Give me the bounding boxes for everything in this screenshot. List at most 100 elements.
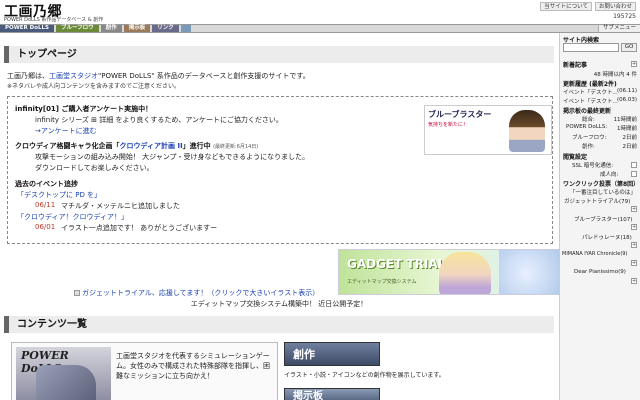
banner-big-subtitle: エディットマップ交換システム: [347, 279, 417, 285]
nav-item-board[interactable]: 掲示板: [123, 25, 151, 32]
claudia-title-suffix: 」進行中: [182, 142, 211, 150]
contact-button[interactable]: お問い合わせ: [594, 2, 636, 11]
board-time: 11時間前: [613, 117, 638, 123]
submenu-toggle[interactable]: サブメニュー: [597, 25, 640, 32]
intro-suffix: "POWER DoLLS" 系作品のデータベースと創作支援のサイトです。: [98, 72, 310, 80]
vote-option-name: MIMANA IYAR Chronicle: [562, 251, 621, 257]
vote-count: (107): [617, 217, 633, 223]
powerdolls-description: 工画堂スタジオを代表するシミュレーションゲーム。女性のみで構成された特殊部隊を指…: [116, 352, 270, 380]
event-date: 06/11: [35, 201, 56, 209]
vote-option-name: パレドゥレーヌ: [582, 235, 621, 241]
contents-title: コンテンツ一覧: [4, 316, 554, 333]
caption-text: ガジェットトライアル、応援してます！（クリックで大きいイラスト表示）: [82, 289, 320, 297]
sidebar: サイト内検索 GO 新着記事 + 48 時間以内 4 件 更新履歴 (最新2件)…: [559, 33, 640, 400]
nav-item-blueflow[interactable]: ブルーフロウ: [56, 25, 99, 32]
new-articles-title: 新着記事: [563, 62, 588, 69]
board-button[interactable]: 掲示板: [284, 388, 380, 400]
gadget-trial-banner[interactable]: GADGET TRIAL エディットマップ交換システム: [338, 249, 566, 295]
news-claudia-line1: 攻撃モーションの組み込み開始！ 大ジャンプ・受け身などもできるようになりました。: [35, 153, 310, 161]
page-title: トップページ: [4, 46, 554, 63]
intro-prefix: 工画乃郷は、: [7, 72, 49, 80]
ssl-toggle[interactable]: [631, 162, 637, 168]
news-survey-text: infinity シリーズ ⊞ 詳細 をより良くするため、アンケートにご協力くだ…: [35, 116, 283, 124]
board-name[interactable]: ブルーフロウ:: [572, 133, 607, 141]
expand-plus-icon[interactable]: +: [631, 61, 637, 67]
board-name[interactable]: 創作:: [582, 142, 595, 150]
vote-plus-icon[interactable]: +: [631, 260, 637, 266]
vote-option: ブルーブラスター(107): [574, 215, 632, 223]
powerdolls-image: POWER DoLLS: [16, 347, 111, 400]
update-history-title: 更新履歴 (最新2件): [563, 81, 617, 88]
site-search-input[interactable]: [563, 43, 619, 52]
past-events-title: 過去のイベント追捗: [15, 180, 78, 188]
intro-text: 工画乃郷は、工画堂スタジオ"POWER DoLLS" 系作品のデータベースと創作…: [7, 71, 310, 81]
ssl-setting-label: SSL 暗号化通信:: [572, 163, 614, 169]
about-button[interactable]: 当サイトについて: [540, 2, 592, 11]
board-name[interactable]: POWER DoLLS:: [566, 124, 607, 130]
nav-item-extra[interactable]: [180, 25, 191, 32]
sosaku-description: イラスト・小説・アイコンなどの創作物を展示しています。: [284, 372, 445, 379]
news-title-survey: infinity[01] ご購入者アンケート実施中！: [15, 105, 153, 113]
update-date: (06.11): [616, 88, 637, 94]
blueblaster-banner[interactable]: ブルーブラスター 気持ちを新たに！: [424, 105, 552, 155]
contents-list: POWER DoLLS 工画堂スタジオを代表するシミュレーションゲーム。女性のみ…: [7, 342, 553, 400]
banner-title: ブルーブラスター: [428, 110, 492, 119]
update-item[interactable]: イベント「デスクト...: [563, 88, 618, 96]
claudia-project-link[interactable]: クロウディア計画 II: [120, 142, 183, 150]
nav-item-link[interactable]: リンク: [152, 25, 179, 32]
vote-title: ワンクリック投票（第8回）: [563, 181, 640, 188]
vote-plus-icon[interactable]: +: [631, 278, 637, 284]
vote-question: 「一番注目しているのは」: [570, 190, 636, 196]
nav-item-powerdolls[interactable]: POWER DoLLS: [0, 25, 54, 32]
gadget-trial-caption[interactable]: ガジェットトライアル、応援してます！（クリックで大きいイラスト表示）: [74, 288, 319, 298]
vote-option: パレドゥレーヌ(18): [582, 233, 632, 241]
news-title-claudia: クロウディア格闘キャラ化企画「クロウディア計画 II」進行中 (最終更新:6月1…: [15, 141, 258, 151]
character-illustration: [439, 252, 491, 294]
vote-option-name: ブルーブラスター: [574, 217, 618, 223]
vote-plus-icon[interactable]: +: [631, 206, 637, 212]
update-date: (06.03): [616, 97, 637, 103]
vote-option-name: Dear Pianissimo: [574, 269, 619, 275]
editmap-note: エディットマップ交換システム構築中！ 近日公開予定！: [190, 300, 368, 308]
adult-setting-label: 成人向:: [600, 172, 619, 178]
sosaku-button[interactable]: 創作: [284, 342, 380, 366]
survey-link[interactable]: →アンケートに進む: [35, 126, 97, 136]
vote-option-name: ガジェットトライアル: [564, 199, 619, 205]
board-name[interactable]: 総合:: [582, 115, 595, 123]
event-desktop-link[interactable]: 「デスクトップに PD を」: [17, 190, 101, 200]
vote-option: MIMANA IYAR Chronicle(9): [562, 251, 627, 257]
vote-option: Dear Pianissimo(9): [574, 269, 626, 275]
event-desc: イラスト一点追加です！ ありがとうございますー: [61, 224, 218, 232]
header-buttons: 当サイトについて お問い合わせ: [540, 2, 636, 11]
news-box: infinity[01] ご購入者アンケート実施中！ infinity シリーズ…: [7, 96, 553, 244]
access-counter: 195725: [613, 13, 636, 20]
news-claudia-line2: ダウンロードしてお楽しみください。: [35, 164, 154, 172]
event-desc: マチルダ・メッテルニヒ追加しました: [61, 202, 180, 210]
claudia-updated: (最終更新:6月14日): [213, 144, 259, 150]
main-nav: POWER DoLLS ブルーフロウ 創作 掲示板 リンク サブメニュー: [0, 24, 640, 33]
kogado-link[interactable]: 工画堂スタジオ: [49, 72, 98, 80]
vote-count: (18): [620, 235, 632, 241]
powerdolls-card[interactable]: POWER DoLLS 工画堂スタジオを代表するシミュレーションゲーム。女性のみ…: [11, 342, 278, 400]
search-go-button[interactable]: GO: [621, 43, 637, 52]
claudia-title-prefix: クロウディア格闘キャラ化企画「: [15, 142, 120, 150]
sosaku-card: 創作 イラスト・小説・アイコンなどの創作物を展示しています。 掲示板: [284, 342, 553, 400]
adult-toggle[interactable]: [631, 171, 637, 177]
vote-count: (9): [618, 269, 626, 275]
vote-plus-icon[interactable]: +: [631, 224, 637, 230]
mech-illustration: [36, 365, 96, 400]
vote-option: ガジェットトライアル(79): [564, 197, 630, 205]
new-articles-count: 48 時間以内 4 件: [593, 72, 637, 78]
nav-item-sosaku[interactable]: 創作: [100, 25, 122, 32]
update-item[interactable]: イベント「デスクト...: [563, 97, 618, 105]
warning-note: ※ネタバレや成人向コンテンツを含みますのでご注意ください。: [7, 83, 181, 90]
character-illustration: [509, 110, 545, 152]
banner-decoration: [499, 250, 565, 294]
board-time: 2日前: [622, 144, 638, 150]
site-header: 工画乃郷 POWER DoLLS 系作品データベース & 創作 当サイトについて…: [0, 0, 640, 24]
event-claudia-link[interactable]: 「クロウディア！クロウディア！」: [17, 212, 128, 222]
vote-plus-icon[interactable]: +: [631, 242, 637, 248]
banner-subtitle: 気持ちを新たに！: [428, 122, 469, 128]
main-content: トップページ 工画乃郷は、工画堂スタジオ"POWER DoLLS" 系作品のデー…: [4, 36, 566, 400]
board-latest-title: 掲示板の最終更新: [563, 108, 612, 115]
